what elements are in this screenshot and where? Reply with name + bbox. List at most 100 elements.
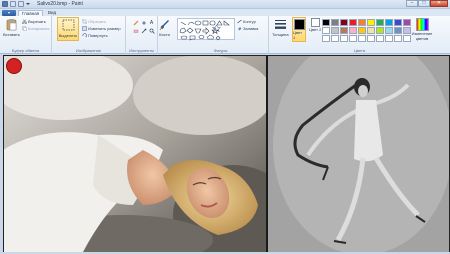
maximize-button[interactable]: □ [418, 0, 430, 7]
palette-color-swatch[interactable] [349, 27, 357, 34]
eraser-icon[interactable] [132, 27, 139, 34]
ribbon-tab-bar: ▾ Главная Вид [0, 9, 450, 16]
thickness-button[interactable]: Толщина [272, 18, 289, 37]
close-button[interactable]: ✕ [430, 0, 448, 7]
magnifier-icon[interactable] [148, 27, 155, 34]
clipboard-icon [6, 19, 17, 31]
quick-access-toolbar [2, 1, 30, 7]
tools-grid: A [132, 19, 155, 34]
palette-color-swatch[interactable] [385, 35, 393, 42]
palette-color-swatch[interactable] [322, 27, 330, 34]
palette-color-swatch[interactable] [376, 19, 384, 26]
outline-icon [237, 19, 242, 24]
clipboard-group: Вставить Вырезать Копировать Буфер обмен… [0, 16, 52, 54]
palette-color-swatch[interactable] [322, 19, 330, 26]
palette-color-swatch[interactable] [358, 35, 366, 42]
select-button[interactable]: Выделить [57, 17, 79, 41]
palette-color-swatch[interactable] [349, 19, 357, 26]
resize-button[interactable]: Изменить размер [82, 26, 121, 31]
cut-button[interactable]: Вырезать [22, 19, 46, 24]
palette-color-swatch[interactable] [322, 35, 330, 42]
copy-icon [22, 26, 27, 31]
thickness-label: Толщина [272, 32, 289, 37]
image-group: Выделить Обрезать Изменить размер Поверн… [52, 16, 126, 54]
resize-label: Изменить размер [88, 26, 121, 31]
undo-icon[interactable] [10, 1, 16, 7]
color2-label: Цвет 2 [309, 27, 322, 32]
paste-label: Вставить [3, 32, 20, 37]
copy-button[interactable]: Копировать [22, 26, 50, 31]
crop-label: Обрезать [88, 19, 106, 24]
ribbon: Вставить Вырезать Копировать Буфер обмен… [0, 16, 450, 54]
palette-color-swatch[interactable] [340, 19, 348, 26]
rotate-button[interactable]: Повернуть [82, 33, 108, 38]
palette-color-swatch[interactable] [331, 35, 339, 42]
palette-color-swatch[interactable] [367, 27, 375, 34]
crop-button[interactable]: Обрезать [82, 19, 106, 24]
palette-color-swatch[interactable] [367, 19, 375, 26]
save-icon[interactable] [2, 1, 8, 7]
paste-button[interactable]: Вставить [3, 18, 20, 37]
palette-color-swatch[interactable] [340, 35, 348, 42]
image-group-label: Изображение [75, 48, 102, 53]
edit-colors-label: Изменение цветов [411, 31, 433, 41]
brush-icon [159, 20, 169, 31]
palette-color-swatch[interactable] [358, 27, 366, 34]
customize-toolbar-icon[interactable] [26, 1, 30, 7]
brushes-label: Кисти [159, 32, 170, 37]
palette-color-swatch[interactable] [340, 27, 348, 34]
cut-label: Вырезать [28, 19, 46, 24]
outline-button[interactable]: Контур [237, 19, 256, 24]
pencil-icon[interactable] [132, 19, 139, 26]
color2-swatch [310, 18, 320, 27]
fill-button[interactable]: Заливка [237, 26, 258, 31]
resize-icon [82, 26, 87, 31]
minimize-button[interactable]: – [406, 0, 418, 7]
color2-button[interactable]: Цвет 2 [309, 18, 321, 32]
palette-color-swatch[interactable] [376, 35, 384, 42]
canvas-border [3, 55, 450, 252]
color1-swatch [293, 19, 305, 30]
edit-colors-button[interactable]: Изменение цветов [405, 18, 439, 41]
window-title: Salivs20.bmp - Paint [37, 1, 83, 7]
shapes-gallery-icons [179, 20, 230, 41]
selection-icon [62, 19, 74, 31]
palette-color-swatch[interactable] [367, 35, 375, 42]
outline-label: Контур [243, 19, 256, 24]
palette-color-swatch[interactable] [394, 35, 402, 42]
color-palette [322, 19, 411, 42]
palette-color-swatch[interactable] [394, 19, 402, 26]
crop-icon [82, 19, 87, 24]
clipboard-group-label: Буфер обмена [11, 48, 40, 53]
color1-button[interactable]: Цвет 1 [292, 17, 306, 42]
color1-label: Цвет 1 [293, 30, 302, 40]
palette-color-swatch[interactable] [331, 27, 339, 34]
title-bar: Salivs20.bmp - Paint – □ ✕ [0, 0, 450, 9]
colors-group-label: Цвета [353, 48, 366, 53]
palette-color-swatch[interactable] [385, 27, 393, 34]
select-label: Выделить [58, 33, 78, 38]
brushes-button[interactable]: Кисти [158, 18, 171, 37]
redo-icon[interactable] [18, 1, 24, 7]
fill-label: Заливка [243, 26, 259, 31]
fill-bucket-icon[interactable] [140, 19, 147, 26]
copy-label: Копировать [28, 26, 50, 31]
palette-color-swatch[interactable] [358, 19, 366, 26]
rotate-icon [82, 33, 87, 38]
palette-color-swatch[interactable] [394, 27, 402, 34]
line-thickness-icon [274, 20, 286, 29]
text-tool[interactable]: A [148, 19, 155, 26]
scissors-icon [22, 19, 27, 24]
palette-color-swatch[interactable] [385, 19, 393, 26]
color-wheel-icon [415, 18, 429, 31]
palette-color-swatch[interactable] [376, 27, 384, 34]
palette-color-swatch[interactable] [349, 35, 357, 42]
tools-group-label: Инструменты [129, 48, 154, 53]
rotate-label: Повернуть [88, 33, 108, 38]
shapes-group-label: Фигуры [213, 48, 228, 53]
color-picker-icon[interactable] [140, 27, 147, 34]
palette-color-swatch[interactable] [331, 19, 339, 26]
window-controls: – □ ✕ [406, 0, 448, 7]
fill-icon [238, 27, 242, 31]
shapes-gallery[interactable] [177, 18, 235, 41]
